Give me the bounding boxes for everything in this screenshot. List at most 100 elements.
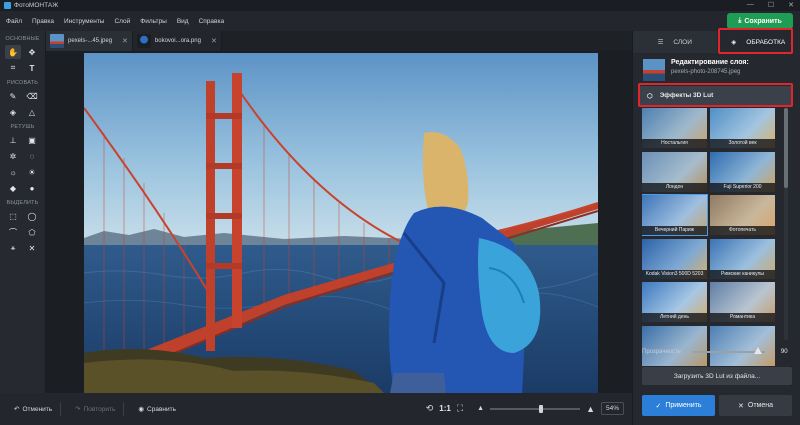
check-icon: ✓ — [655, 402, 662, 410]
menu-help[interactable]: Справка — [199, 18, 225, 25]
maximize-button[interactable]: ☐ — [768, 1, 774, 9]
lut-item[interactable]: Летний день — [642, 282, 707, 322]
zoom-out-icon[interactable]: ▲ — [477, 405, 484, 412]
rotate-icon[interactable]: ⟲ — [426, 403, 434, 414]
lasso-select-icon[interactable]: ⌒ — [5, 225, 21, 239]
eraser-tool-icon[interactable]: ⌫ — [24, 89, 40, 103]
ellipse-select-icon[interactable]: ◯ — [24, 209, 40, 223]
tab-label: pexels-...45.jpeg — [68, 38, 113, 44]
lut-item[interactable]: Фотопечать — [710, 195, 775, 235]
redo-icon: ↷ — [75, 406, 81, 413]
rect-select-icon[interactable]: ⬚ — [5, 209, 21, 223]
wand-select-icon[interactable]: ✕ — [24, 241, 40, 255]
load-lut-button[interactable]: Загрузить 3D Lut из файла... — [642, 367, 792, 385]
blur-tool-icon[interactable]: ◌ — [24, 149, 40, 163]
apply-button[interactable]: ✓ Применить — [642, 395, 715, 416]
dodge-tool-icon[interactable]: ☼ — [5, 165, 21, 179]
document-tabs: pexels-...45.jpeg ✕ bokovoi...ora.png ✕ — [46, 31, 632, 51]
section-draw: РИСОВАТЬ — [6, 80, 39, 86]
lut-item[interactable] — [710, 325, 775, 366]
tab-document-2[interactable]: bokovoi...ora.png ✕ — [132, 31, 222, 51]
zoom-slider[interactable] — [490, 404, 581, 413]
close-tab-icon[interactable]: ✕ — [122, 37, 128, 45]
canvas-photo[interactable] — [84, 53, 598, 393]
lut-gallery: Ностальгия Золотой век Лондон Fuji Super… — [642, 108, 778, 366]
lut-item[interactable] — [642, 325, 707, 366]
opacity-label: Прозрачность — [642, 349, 681, 355]
lut-label: Золотой век — [710, 139, 775, 148]
lut-item[interactable]: Романтика — [710, 282, 775, 322]
save-button[interactable]: ⤓ Сохранить — [727, 13, 793, 29]
lut-scrollbar[interactable] — [784, 108, 788, 340]
lut-item[interactable]: Fuji Superior 200 — [710, 151, 775, 192]
zoom-slider-thumb[interactable] — [538, 404, 543, 413]
opacity-value[interactable]: 90 — [781, 349, 788, 355]
bottom-toolbar: ↶ Отменить ↷ Повторить ◉ Сравнить ⟲ 1:1 … — [0, 393, 632, 425]
menu-filters[interactable]: Фильтры — [140, 18, 167, 25]
opacity-control: Прозрачность 90 — [642, 347, 792, 355]
fit-screen-icon[interactable]: ⛶ — [457, 403, 463, 414]
crop-tool-icon[interactable]: ⌗ — [5, 61, 21, 75]
opacity-slider-thumb[interactable] — [753, 347, 762, 354]
close-window-button[interactable]: ✕ — [788, 1, 794, 9]
lut-scrollbar-thumb[interactable] — [784, 108, 788, 188]
menu-tools[interactable]: Инструменты — [64, 18, 105, 25]
lut-label: Лондон — [642, 182, 707, 192]
edit-layer-info: Редактирование слоя: pexels-photo-208745… — [643, 59, 800, 81]
menu-view[interactable]: Вид — [177, 18, 189, 25]
burn-tool-icon[interactable]: ☀ — [24, 165, 40, 179]
opacity-slider[interactable] — [692, 347, 765, 354]
window-controls: — ☐ ✕ — [747, 1, 794, 9]
lut-item[interactable]: Ностальгия — [642, 108, 707, 148]
tab-document-1[interactable]: pexels-...45.jpeg ✕ — [46, 31, 133, 51]
patch-tool-icon[interactable]: ▣ — [24, 133, 40, 147]
menu-file[interactable]: Файл — [6, 18, 22, 25]
cancel-button[interactable]: ✕ Отмена — [719, 395, 792, 416]
divider — [123, 402, 125, 416]
redo-label: Повторить — [83, 405, 116, 413]
move-tool-icon[interactable]: ✥ — [24, 45, 40, 59]
section-basic: ОСНОВНЫЕ — [5, 36, 40, 42]
sharpen-tool-icon[interactable]: ◆ — [5, 181, 21, 195]
lut-item[interactable]: Kodak Vision3 500D 5203 — [642, 238, 707, 279]
text-tool-icon[interactable]: T — [24, 61, 40, 75]
lut-item[interactable]: Римские каникулы — [710, 238, 775, 279]
polygon-select-icon[interactable]: ⬠ — [24, 225, 40, 239]
compare-button[interactable]: ◉ Сравнить — [138, 405, 176, 414]
magic-select-icon[interactable]: ⚹ — [5, 241, 21, 255]
lut-label: Kodak Vision3 500D 5203 — [642, 269, 707, 279]
compare-label: Сравнить — [147, 405, 176, 413]
hand-tool-icon[interactable]: ✋ — [5, 45, 21, 59]
edit-layer-title: Редактирование слоя: — [671, 59, 749, 66]
close-tab-icon[interactable]: ✕ — [211, 37, 217, 45]
heal-tool-icon[interactable]: ✲ — [5, 149, 21, 163]
section-select: ВЫДЕЛИТЬ — [6, 200, 39, 206]
sliders-icon: ☰ — [657, 39, 664, 46]
shapes-tool-icon[interactable]: △ — [24, 105, 40, 119]
actual-size-button[interactable]: 1:1 — [439, 404, 451, 413]
edit-layer-file: pexels-photo-208745.jpeg — [671, 69, 741, 75]
menu-edit[interactable]: Правка — [32, 18, 54, 25]
canvas-workspace[interactable] — [46, 51, 632, 393]
apply-label: Применить — [665, 402, 702, 409]
lut-item[interactable]: Лондон — [642, 151, 707, 192]
lut-item[interactable]: Золотой век — [710, 108, 775, 148]
fill-tool-icon[interactable]: ◈ — [5, 105, 21, 119]
layer-thumbnail — [643, 59, 665, 81]
stamp-tool-icon[interactable]: ⊥ — [5, 133, 21, 147]
tab-layers[interactable]: ☰ СЛОИ — [633, 31, 717, 53]
zoom-in-icon[interactable]: ▲ — [586, 404, 595, 414]
drop-tool-icon[interactable]: ● — [24, 181, 40, 195]
brush-tool-icon[interactable]: ✎ — [5, 89, 21, 103]
redo-button[interactable]: ↷ Повторить — [75, 405, 116, 414]
menu-layer[interactable]: Слой — [114, 18, 130, 25]
lut-label: Римские каникулы — [710, 269, 775, 279]
zoom-value[interactable]: 54% — [600, 402, 624, 415]
window-title: ФотоМОНТАЖ — [14, 2, 59, 9]
lut-item-selected[interactable]: Вечерний Париж — [642, 194, 708, 236]
tab-label: bokovoi...ora.png — [154, 38, 201, 44]
minimize-button[interactable]: — — [747, 1, 754, 9]
lut-label: Романтика — [710, 313, 775, 322]
lut-label: Фотопечать — [710, 226, 775, 235]
undo-button[interactable]: ↶ Отменить — [14, 405, 52, 414]
